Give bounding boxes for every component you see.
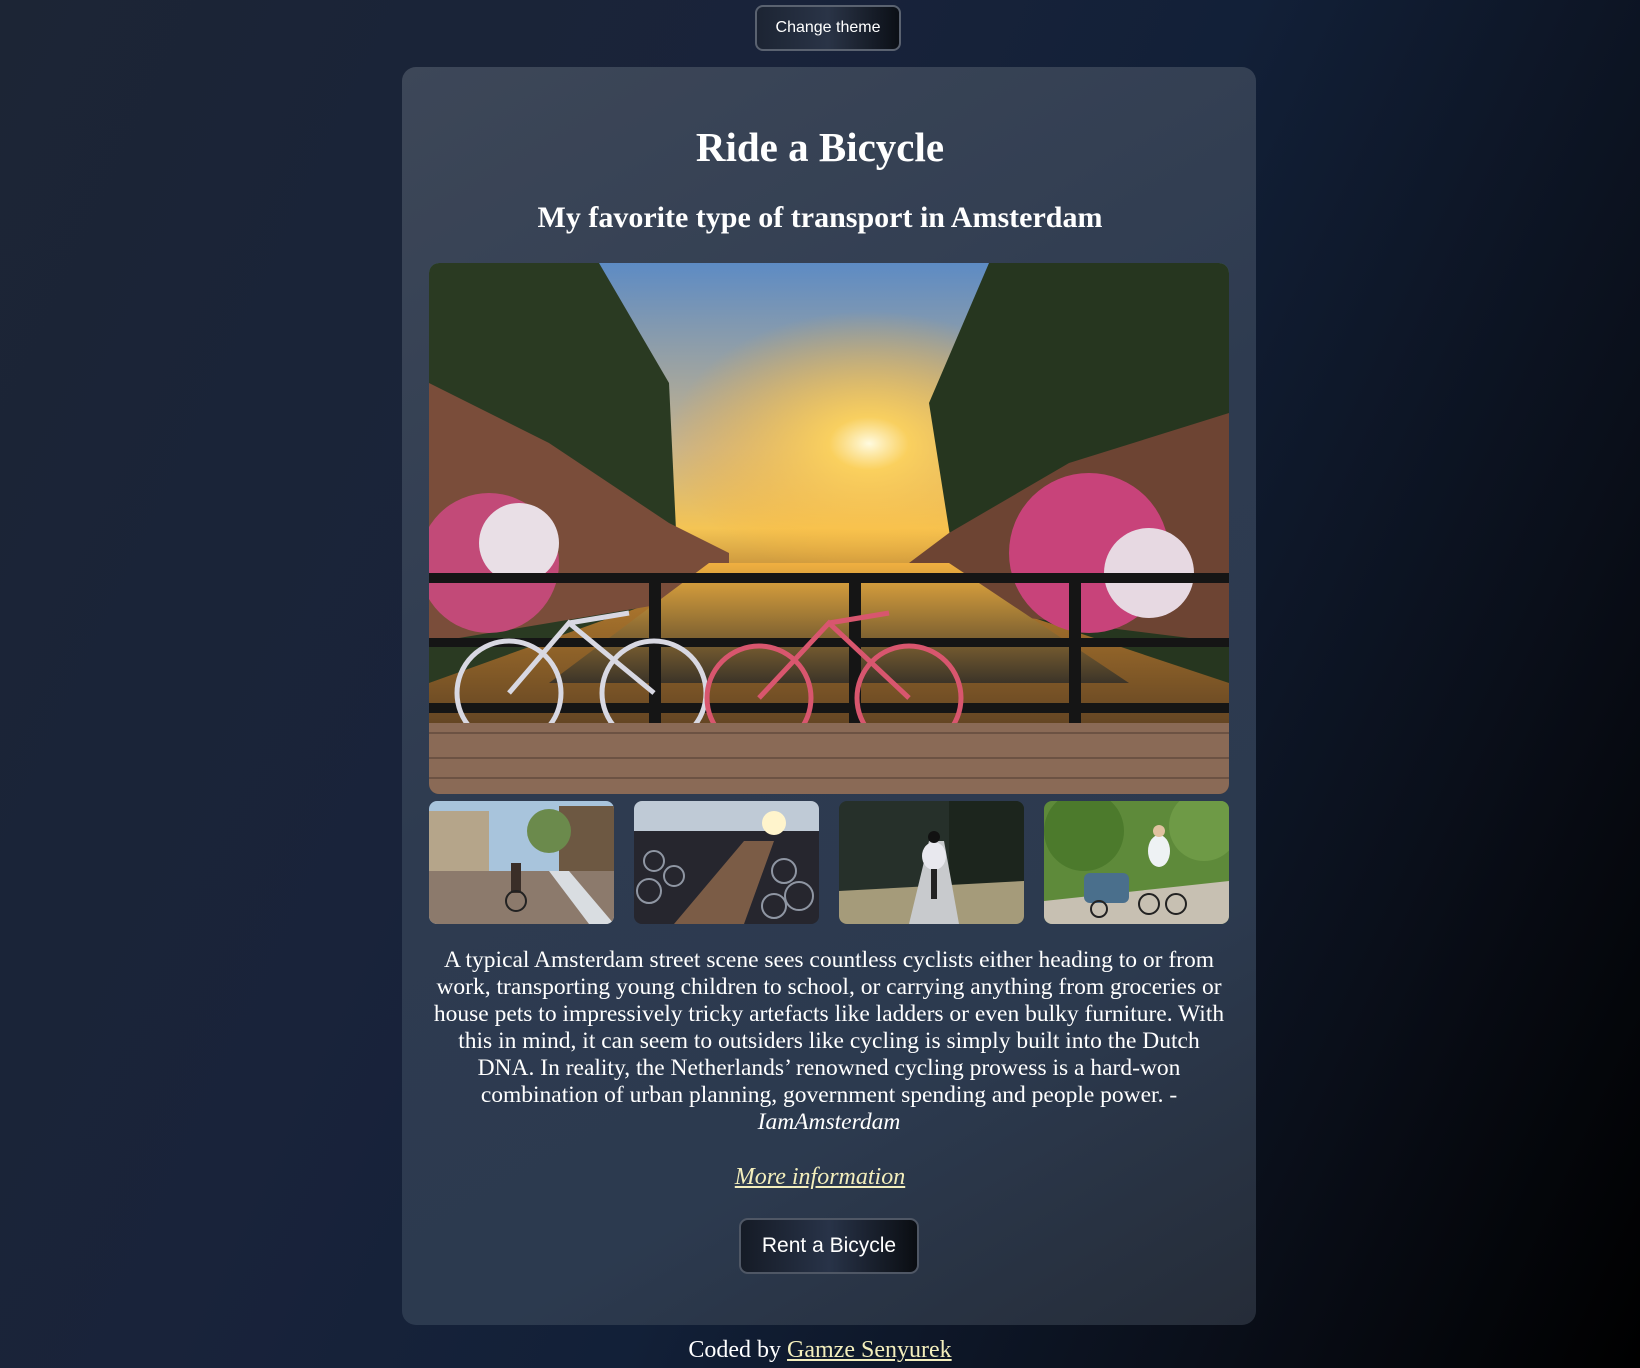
description-body: A typical Amsterdam street scene sees co… bbox=[433, 947, 1225, 1108]
footer-prefix: Coded by bbox=[688, 1337, 782, 1363]
thumbnail-forest-cyclist[interactable] bbox=[839, 801, 1024, 924]
description-text: A typical Amsterdam street scene sees co… bbox=[432, 947, 1226, 1136]
hero-image bbox=[429, 263, 1229, 794]
more-information-link[interactable]: More information bbox=[735, 1164, 905, 1190]
page-subtitle: My favorite type of transport in Amsterd… bbox=[537, 201, 1103, 234]
thumbnail-street-cyclist[interactable] bbox=[429, 801, 614, 924]
author-link[interactable]: Gamze Senyurek bbox=[787, 1337, 952, 1363]
description-source: IamAmsterdam bbox=[757, 1109, 901, 1135]
change-theme-button[interactable]: Change theme bbox=[755, 5, 901, 51]
thumbnail-bicycle-parking[interactable] bbox=[634, 801, 819, 924]
footer: Coded by Gamze Senyurek bbox=[0, 1335, 1640, 1365]
page-title: Ride a Bicycle bbox=[695, 124, 945, 170]
rent-bicycle-button[interactable]: Rent a Bicycle bbox=[739, 1218, 919, 1274]
more-info-container: More information bbox=[0, 1162, 1640, 1192]
thumbnail-cyclist-with-trailer[interactable] bbox=[1044, 801, 1229, 924]
